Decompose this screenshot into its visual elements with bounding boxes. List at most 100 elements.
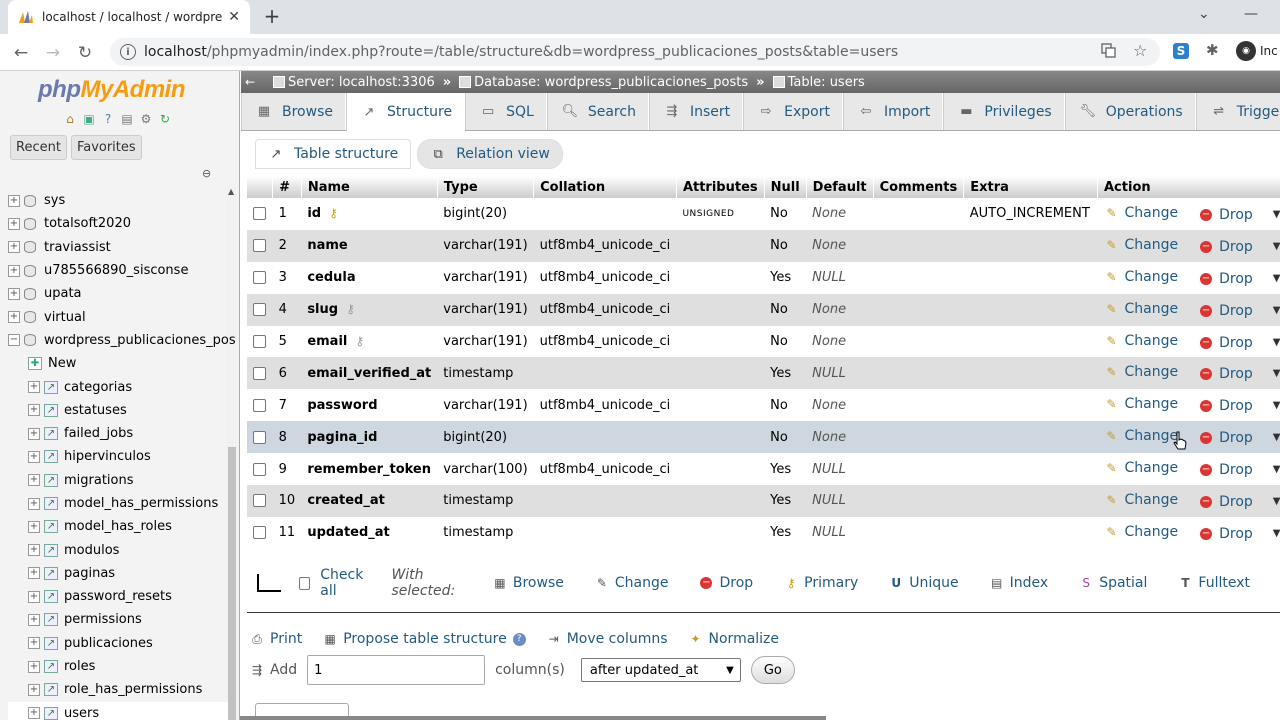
bookmark-star-icon[interactable]: ☆ xyxy=(1133,41,1147,60)
normalize-link[interactable]: ✦ Normalize xyxy=(688,631,779,647)
change-button[interactable]: ✎ Change xyxy=(1104,396,1178,412)
tree-table-model-has-permissions[interactable]: + ↗ model_has_permissions xyxy=(8,492,228,515)
row-checkbox[interactable] xyxy=(253,398,266,412)
tab-browse[interactable]: ▦ Browse xyxy=(241,93,346,130)
header-default[interactable]: Default xyxy=(806,176,874,198)
nav-scrollbar[interactable]: ▲ xyxy=(227,185,237,720)
print-link[interactable]: ⎙ Print xyxy=(249,631,302,647)
drop-button[interactable]: − Drop xyxy=(1198,207,1253,223)
drop-button[interactable]: − Drop xyxy=(1198,303,1253,319)
drop-button[interactable]: − Drop xyxy=(1198,526,1253,542)
back-icon[interactable]: ← xyxy=(8,40,34,66)
tree-db-wordpress[interactable]: − wordpress_publicaciones_pos xyxy=(8,329,236,352)
tree-table-categorias[interactable]: + ↗ categorias xyxy=(8,375,228,398)
drop-button[interactable]: − Drop xyxy=(1198,494,1253,510)
expand-icon[interactable]: + xyxy=(28,520,40,533)
phpmyadmin-logo[interactable]: phpMyAdmin xyxy=(38,76,186,104)
forward-icon[interactable]: → xyxy=(40,40,66,66)
tree-table-publicaciones[interactable]: + ↗ publicaciones xyxy=(8,632,228,655)
column-name[interactable]: password xyxy=(301,389,438,422)
header-num[interactable]: # xyxy=(272,176,302,198)
link-with-main-panel-icon[interactable]: ⊖ xyxy=(202,167,211,180)
change-button[interactable]: ✎ Change xyxy=(1104,237,1178,253)
expand-icon[interactable]: + xyxy=(28,544,40,557)
minimize-icon[interactable]: — xyxy=(1244,6,1258,22)
change-button[interactable]: ✎ Change xyxy=(1104,460,1178,476)
header-collation[interactable]: Collation xyxy=(533,176,677,198)
column-name[interactable]: id ⚷ xyxy=(301,198,438,230)
extensions-puzzle-icon[interactable]: ✱ xyxy=(1206,41,1219,59)
expand-icon[interactable]: + xyxy=(28,450,40,463)
row-checkbox[interactable] xyxy=(253,366,266,380)
tree-table-paginas[interactable]: + ↗ paginas xyxy=(8,562,228,585)
expand-icon[interactable]: + xyxy=(28,613,40,626)
drop-button[interactable]: − Drop xyxy=(1198,366,1253,382)
more-actions-icon[interactable]: ▼ xyxy=(1273,305,1280,316)
more-actions-icon[interactable]: ▼ xyxy=(1273,496,1280,507)
tree-table-roles[interactable]: + ↗ roles xyxy=(8,655,228,678)
expand-icon[interactable]: + xyxy=(8,264,20,277)
change-button[interactable]: ✎ Change xyxy=(1104,524,1178,540)
reload-icon[interactable]: ↻ xyxy=(72,40,98,66)
bulk-browse-button[interactable]: ▦ Browse xyxy=(492,575,564,591)
change-button[interactable]: ✎ Change xyxy=(1104,492,1178,508)
bulk-fulltext-button[interactable]: T Fulltext xyxy=(1177,575,1250,591)
propose-structure-link[interactable]: ▦ Propose table structure? xyxy=(322,631,526,647)
extension-s-icon[interactable]: S xyxy=(1173,43,1189,59)
row-checkbox[interactable] xyxy=(253,494,266,508)
expand-icon[interactable]: + xyxy=(8,217,20,230)
column-name[interactable]: pagina_id xyxy=(301,421,438,454)
row-checkbox[interactable] xyxy=(253,239,266,253)
change-button[interactable]: ✎ Change xyxy=(1104,205,1178,221)
breadcrumb-table[interactable]: Table: users xyxy=(772,75,865,90)
more-actions-icon[interactable]: ▼ xyxy=(1273,528,1280,539)
tree-table-modulos[interactable]: + ↗ modulos xyxy=(8,538,228,561)
tab-search-icon[interactable]: ⌄ xyxy=(1198,6,1210,22)
expand-icon[interactable]: + xyxy=(28,707,40,720)
tab-privileges[interactable]: ▬ Privileges xyxy=(943,93,1065,130)
profile-avatar[interactable]: ◉ Inc xyxy=(1236,41,1278,61)
tab-structure[interactable]: ↗ Structure xyxy=(345,93,466,131)
tab-import[interactable]: ⇦ Import xyxy=(842,93,944,130)
tree-db-traviassist[interactable]: + traviassist xyxy=(8,236,228,259)
tab-export[interactable]: ⇨ Export xyxy=(743,93,843,130)
expand-icon[interactable]: + xyxy=(28,660,40,673)
drop-button[interactable]: − Drop xyxy=(1198,335,1253,351)
tab-operations[interactable]: 🔧︎ Operations xyxy=(1064,93,1196,130)
expand-icon[interactable]: + xyxy=(8,311,20,324)
tree-db-virtual[interactable]: + virtual xyxy=(8,305,228,328)
bulk-unique-button[interactable]: U Unique xyxy=(888,575,958,591)
table-structure-subtab[interactable]: ↗ Table structure xyxy=(255,139,412,169)
bulk-spatial-button[interactable]: S Spatial xyxy=(1078,575,1147,591)
move-columns-link[interactable]: ⇥ Move columns xyxy=(546,631,668,647)
site-info-icon[interactable]: i xyxy=(120,44,136,60)
scrollbar-thumb[interactable] xyxy=(228,447,236,720)
home-icon[interactable]: ⌂ xyxy=(62,111,78,127)
more-actions-icon[interactable]: ▼ xyxy=(1273,241,1280,252)
logout-icon[interactable]: ▣ xyxy=(81,111,97,127)
browser-tab[interactable]: localhost / localhost / wordpress ✕ xyxy=(8,0,250,34)
bulk-change-button[interactable]: ✎ Change xyxy=(594,575,669,591)
drop-button[interactable]: − Drop xyxy=(1198,462,1253,478)
expand-icon[interactable]: + xyxy=(28,497,40,510)
add-column-count-input[interactable] xyxy=(307,655,486,685)
expand-icon[interactable]: + xyxy=(28,683,40,696)
column-name[interactable]: created_at xyxy=(301,485,438,517)
docs-icon[interactable]: ▤ xyxy=(119,111,135,127)
more-actions-icon[interactable]: ▼ xyxy=(1273,273,1280,284)
header-type[interactable]: Type xyxy=(437,176,535,198)
settings-gear-icon[interactable]: ⚙ xyxy=(138,111,154,127)
tree-db-u785566890[interactable]: + u785566890_sisconse xyxy=(8,259,228,282)
check-all-label[interactable]: Check all xyxy=(320,567,371,599)
drop-button[interactable]: − Drop xyxy=(1198,271,1253,287)
more-actions-icon[interactable]: ▼ xyxy=(1273,400,1280,411)
tree-db-totalsoft2020[interactable]: + totalsoft2020 xyxy=(8,212,228,235)
tab-insert[interactable]: ⇶ Insert xyxy=(648,93,744,130)
expand-icon[interactable]: + xyxy=(28,590,40,603)
bulk-primary-button[interactable]: ⚷ Primary xyxy=(783,575,859,591)
tree-table-estatuses[interactable]: + ↗ estatuses xyxy=(8,399,228,422)
column-name[interactable]: updated_at xyxy=(301,516,438,549)
tree-table-users[interactable]: + ↗ users xyxy=(8,701,228,720)
expand-icon[interactable]: + xyxy=(28,567,40,580)
address-bar[interactable]: i localhost/phpmyadmin/index.php?route=/… xyxy=(110,38,1160,66)
